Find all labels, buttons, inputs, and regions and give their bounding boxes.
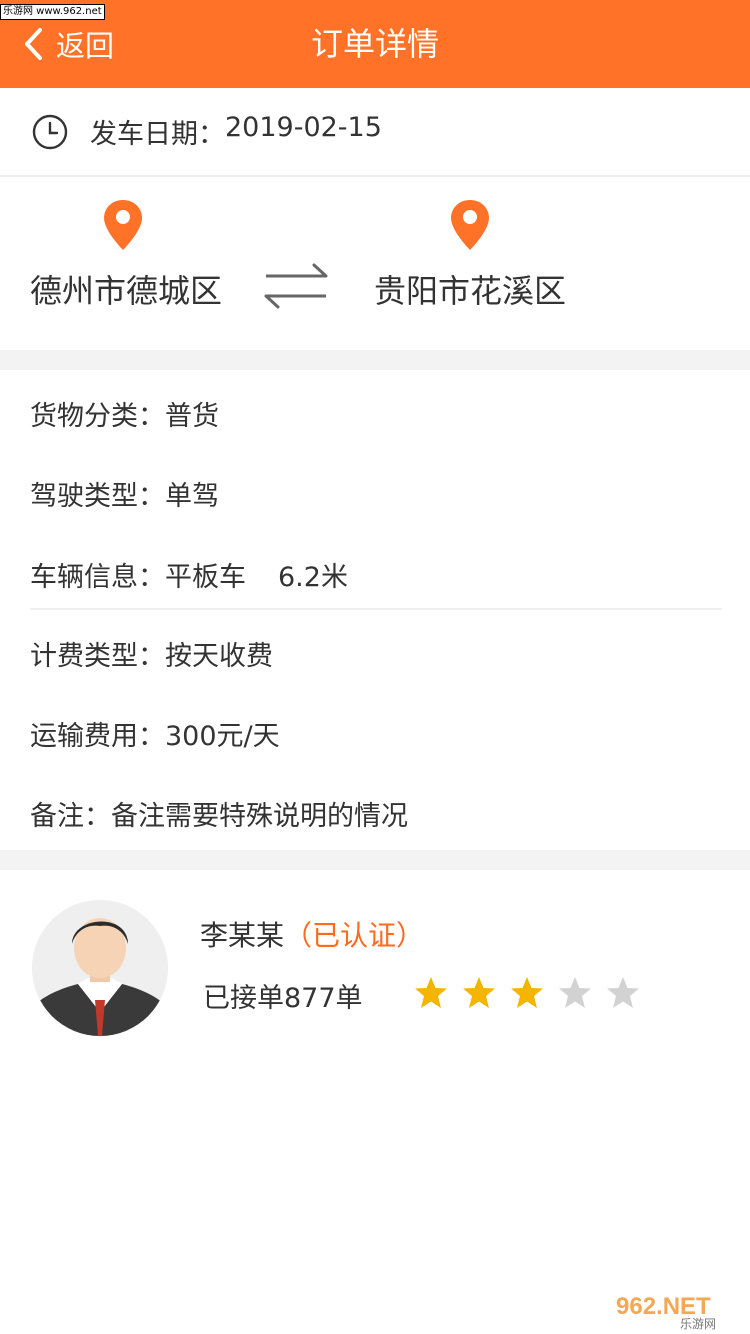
verified-badge: （已认证） <box>284 919 425 952</box>
departure-date-label: 发车日期： <box>90 119 225 150</box>
cargo-type-value: 普货 <box>165 401 219 432</box>
driving-type-label: 驾驶类型： <box>30 481 165 512</box>
order-detail-page: 订单详情 返回 乐游网 www.962.net 发车日期： 2019-02-15… <box>0 0 750 1334</box>
back-label: 返回 <box>56 29 115 63</box>
origin-city: 德州市德城区 <box>30 272 223 310</box>
header-bar: 订单详情 返回 乐游网 www.962.net <box>0 0 750 88</box>
cargo-type-row: 货物分类： 普货 <box>30 394 219 433</box>
watermark-logo: 962.NET 乐游网 <box>616 1293 716 1330</box>
watermark-top: 乐游网 www.962.net <box>0 4 105 20</box>
star-filled-icon <box>511 977 543 1008</box>
watermark-text: 962.NET <box>616 1293 711 1320</box>
orders-count: 已接单877单 <box>203 983 363 1014</box>
section-gap <box>0 850 750 870</box>
driving-type-row: 驾驶类型： 单驾 <box>30 474 219 513</box>
billing-type-value: 按天收费 <box>165 641 273 672</box>
divider <box>30 608 722 610</box>
note-row: 备注： 备注需要特殊说明的情况 <box>30 794 408 833</box>
vehicle-info-row: 车辆信息： 平板车 6.2米 <box>30 555 348 594</box>
route-section: 德州市德城区 贵阳市花溪区 <box>0 178 750 350</box>
cargo-type-label: 货物分类： <box>30 401 165 432</box>
fee-value: 300元/天 <box>165 721 280 752</box>
driving-type-value: 单驾 <box>165 481 219 512</box>
avatar[interactable] <box>32 900 168 1036</box>
driver-card: 李某某 （已认证） 已接单877单 <box>0 870 750 1070</box>
star-filled-icon <box>415 977 447 1008</box>
location-pin-icon <box>104 200 142 250</box>
swap-arrows-icon[interactable] <box>262 262 330 310</box>
destination-city: 贵阳市花溪区 <box>374 272 567 310</box>
location-pin-icon <box>451 200 489 250</box>
fee-row: 运输费用： 300元/天 <box>30 714 280 753</box>
vehicle-type-value: 平板车 <box>165 562 246 593</box>
back-button[interactable]: 返回 <box>22 22 114 66</box>
order-details: 货物分类： 普货 驾驶类型： 单驾 车辆信息： 平板车 6.2米 计费类型： 按… <box>0 370 750 850</box>
departure-date-row: 发车日期： 2019-02-15 <box>0 88 750 177</box>
watermark-subtext: 乐游网 <box>680 1317 716 1330</box>
note-label: 备注： <box>30 801 111 832</box>
billing-type-row: 计费类型： 按天收费 <box>30 634 273 673</box>
chevron-left-icon <box>25 28 42 60</box>
driver-name-row: 李某某 （已认证） <box>200 914 424 954</box>
rating-stars <box>414 976 654 1010</box>
departure-date-value: 2019-02-15 <box>225 112 382 143</box>
driver-name: 李某某 <box>200 919 285 952</box>
driver-avatar-icon <box>32 900 168 1036</box>
star-empty-icon <box>607 977 639 1008</box>
vehicle-info-label: 车辆信息： <box>30 562 165 593</box>
star-empty-icon <box>559 977 591 1008</box>
billing-type-label: 计费类型： <box>30 641 165 672</box>
clock-icon <box>32 114 68 149</box>
vehicle-length-value: 6.2米 <box>278 562 348 593</box>
section-gap <box>0 350 750 370</box>
fee-label: 运输费用： <box>30 721 165 752</box>
note-value: 备注需要特殊说明的情况 <box>111 801 408 832</box>
star-filled-icon <box>463 977 495 1008</box>
